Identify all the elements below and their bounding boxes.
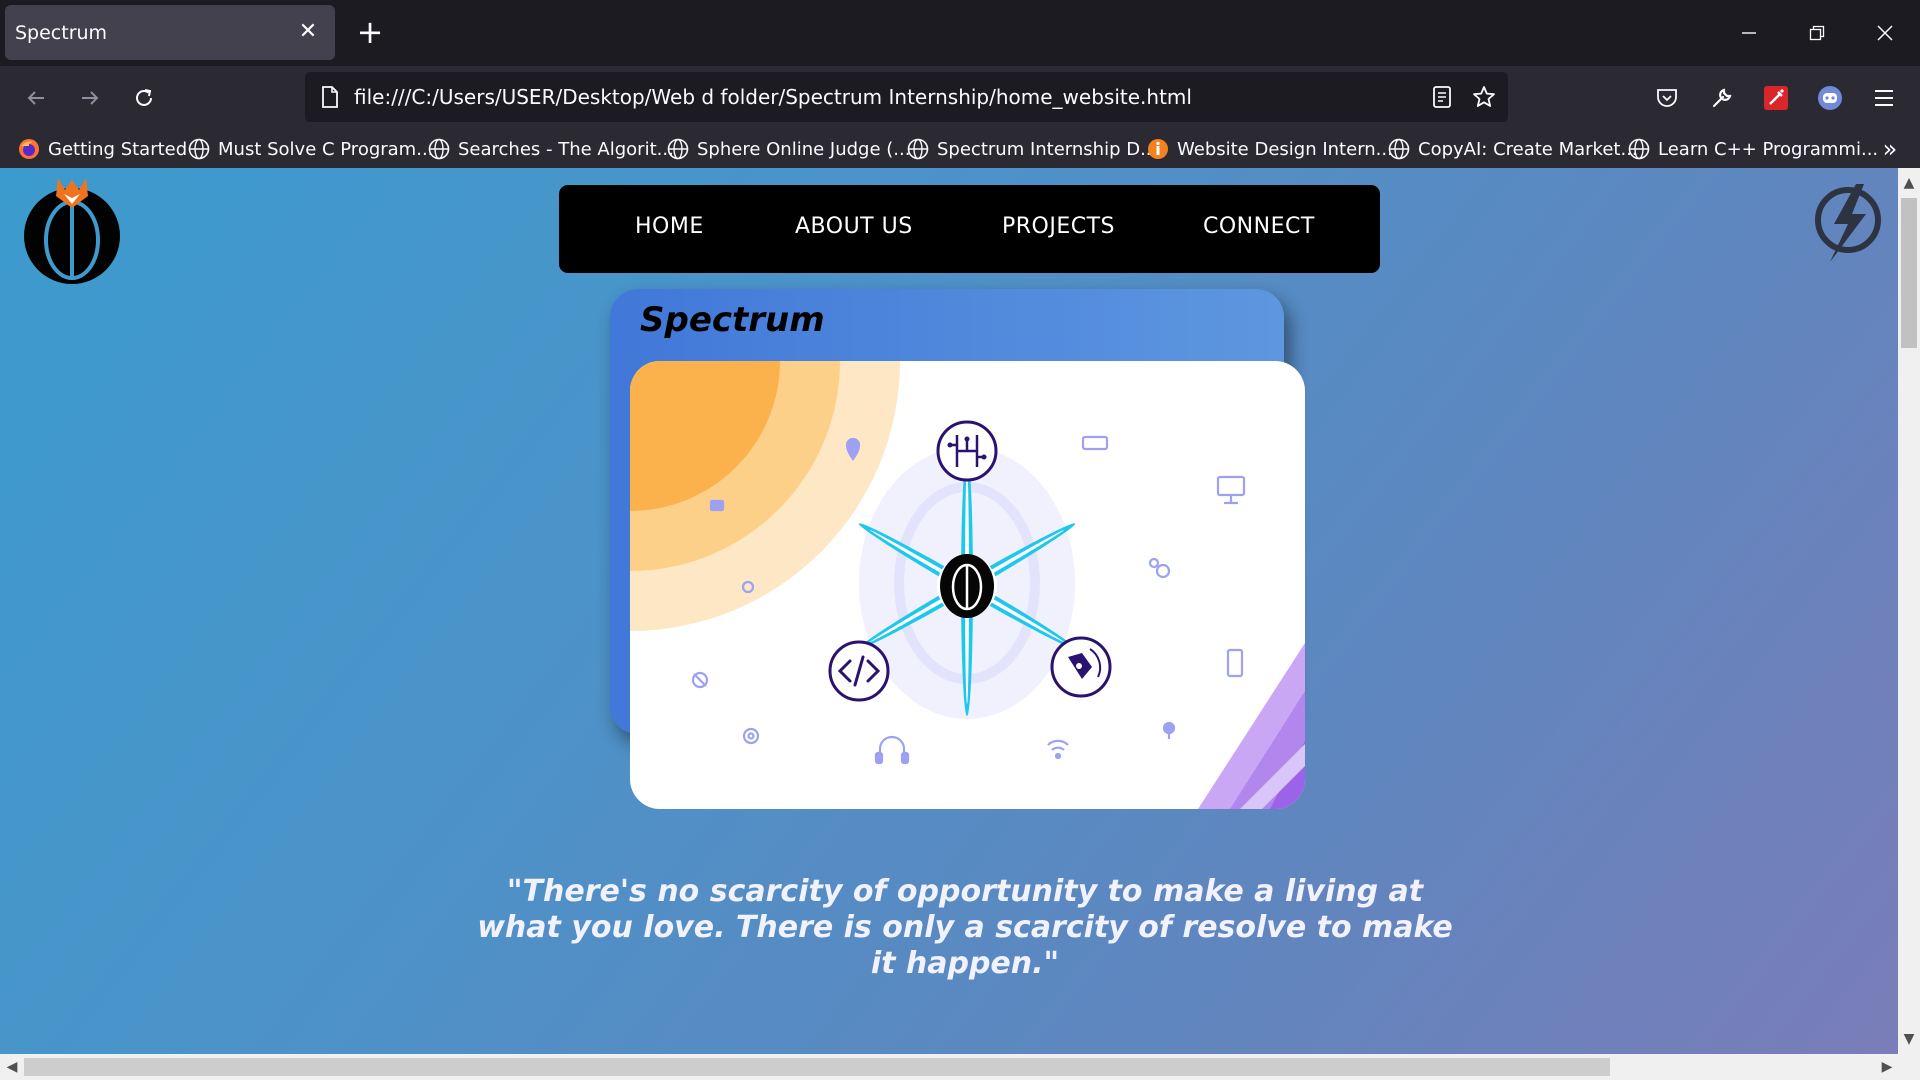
pen-tool-icon (1050, 636, 1112, 698)
active-tab[interactable]: Spectrum ✕ (5, 5, 335, 60)
hamburger-menu-icon (1875, 90, 1893, 106)
highlighter-extension-icon (1764, 86, 1788, 110)
mail-icon (709, 499, 725, 512)
spectrum-logo[interactable] (18, 174, 128, 284)
wifi-icon (1047, 739, 1069, 751)
nav-about-us-link[interactable]: ABOUT US (795, 214, 913, 239)
headphones-icon (878, 735, 906, 759)
horizontal-scroll-thumb[interactable] (24, 1058, 1610, 1076)
extension-ghostery-button[interactable] (1810, 78, 1850, 118)
bookmark-item[interactable]: Learn C++ Programmi... (1628, 135, 1878, 163)
reader-view-icon[interactable] (1429, 84, 1455, 110)
scrollbar-corner (1898, 1054, 1920, 1080)
arrow-right-icon (82, 91, 99, 105)
tech-hub-illustration (630, 361, 1305, 809)
navigation-toolbar: file:///C:/Users/USER/Desktop/Web d fold… (0, 66, 1920, 130)
globe-icon (1388, 138, 1410, 160)
page-viewport: HOME ABOUT US PROJECTS CONNECT Spectrum (0, 168, 1898, 1054)
router-icon (1081, 435, 1109, 451)
scroll-down-icon[interactable]: ▼ (1898, 1028, 1920, 1050)
menu-button[interactable] (1864, 78, 1904, 118)
page-icon (317, 84, 343, 110)
address-bar[interactable]: file:///C:/Users/USER/Desktop/Web d fold… (305, 72, 1508, 122)
vertical-scroll-thumb[interactable] (1901, 198, 1917, 348)
vertical-scrollbar[interactable]: ▲ ▼ (1898, 168, 1920, 1054)
bookmark-item[interactable]: CopyAI: Create Market... (1388, 135, 1638, 163)
wrench-icon (1712, 88, 1732, 108)
bookmark-item[interactable]: Sphere Online Judge (... (667, 135, 910, 163)
pocket-button[interactable] (1647, 78, 1687, 118)
scroll-left-icon[interactable]: ◀ (1, 1056, 23, 1078)
close-tab-icon[interactable]: ✕ (295, 19, 321, 45)
gears-icon (1155, 563, 1171, 579)
scroll-right-icon[interactable]: ▶ (1876, 1056, 1898, 1078)
nav-home-link[interactable]: HOME (635, 214, 704, 239)
bookmarks-overflow-button[interactable]: » (1876, 136, 1904, 164)
horizontal-scrollbar[interactable]: ◀ ▶ (0, 1054, 1898, 1080)
monitor-icon (1216, 475, 1246, 497)
scroll-up-icon[interactable]: ▲ (1898, 172, 1920, 194)
circuit-icon (936, 420, 998, 482)
arrow-left-icon (27, 91, 44, 105)
globe-icon (907, 138, 929, 160)
close-icon (1877, 25, 1893, 41)
bookmark-item[interactable]: Searches - The Algorit... (428, 135, 674, 163)
globe-icon (188, 138, 210, 160)
card-title: Spectrum (640, 300, 825, 340)
back-button[interactable] (16, 78, 56, 118)
globe-icon (428, 138, 450, 160)
nav-projects-link[interactable]: PROJECTS (1002, 214, 1115, 239)
forward-button[interactable] (70, 78, 110, 118)
minimize-button[interactable] (1726, 10, 1772, 56)
top-navigation-menu: HOME ABOUT US PROJECTS CONNECT (559, 185, 1380, 273)
phone-icon (1226, 648, 1244, 678)
hero-quote: "There's no scarcity of opportunity to m… (477, 874, 1453, 981)
at-sign-icon (742, 727, 760, 745)
reload-icon (136, 89, 152, 106)
bookmark-item[interactable]: Must Solve C Program... (188, 135, 433, 163)
lightning-bolt-logo (1815, 184, 1881, 262)
globe-icon (1628, 138, 1650, 160)
nav-connect-link[interactable]: CONNECT (1203, 214, 1315, 239)
internshala-icon (1147, 138, 1169, 160)
tab-title: Spectrum (15, 21, 108, 44)
bookmark-item[interactable]: Website Design Intern... (1147, 135, 1393, 163)
bookmark-item[interactable]: Getting Started (18, 135, 187, 163)
pocket-icon (1657, 89, 1677, 107)
discord-extension-icon (1818, 86, 1842, 110)
bookmark-star-icon[interactable] (1471, 84, 1497, 110)
close-window-button[interactable] (1862, 10, 1908, 56)
url-text: file:///C:/Users/USER/Desktop/Web d fold… (354, 85, 1192, 109)
new-tab-button[interactable]: + (352, 15, 388, 51)
tab-strip: Spectrum ✕ + (0, 0, 1920, 66)
devtools-button[interactable] (1702, 78, 1742, 118)
code-icon (828, 640, 890, 702)
bookmark-item[interactable]: Spectrum Internship D... (907, 135, 1157, 163)
globe-icon (667, 138, 689, 160)
restore-button[interactable] (1794, 10, 1840, 56)
extension-pen-button[interactable] (1756, 78, 1796, 118)
reload-button[interactable] (124, 78, 164, 118)
firefox-icon (18, 138, 40, 160)
bookmarks-toolbar: Getting Started Must Solve C Program... … (0, 130, 1920, 168)
lightbulb-icon (1162, 721, 1176, 735)
restore-icon (1809, 25, 1825, 41)
hero-illustration-card (630, 361, 1305, 809)
minimize-icon (1742, 32, 1756, 34)
